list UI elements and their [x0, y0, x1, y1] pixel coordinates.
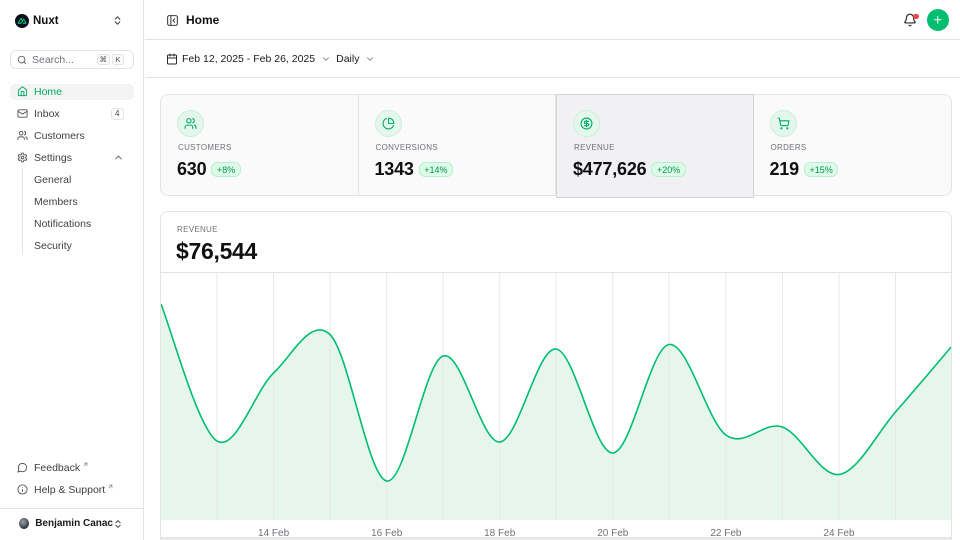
- svg-text:18 Feb: 18 Feb: [484, 528, 516, 538]
- svg-text:22 Feb: 22 Feb: [710, 528, 742, 538]
- svg-text:20 Feb: 20 Feb: [597, 528, 629, 538]
- svg-text:24 Feb: 24 Feb: [823, 528, 855, 538]
- svg-text:14 Feb: 14 Feb: [258, 528, 290, 538]
- svg-text:16 Feb: 16 Feb: [371, 528, 403, 538]
